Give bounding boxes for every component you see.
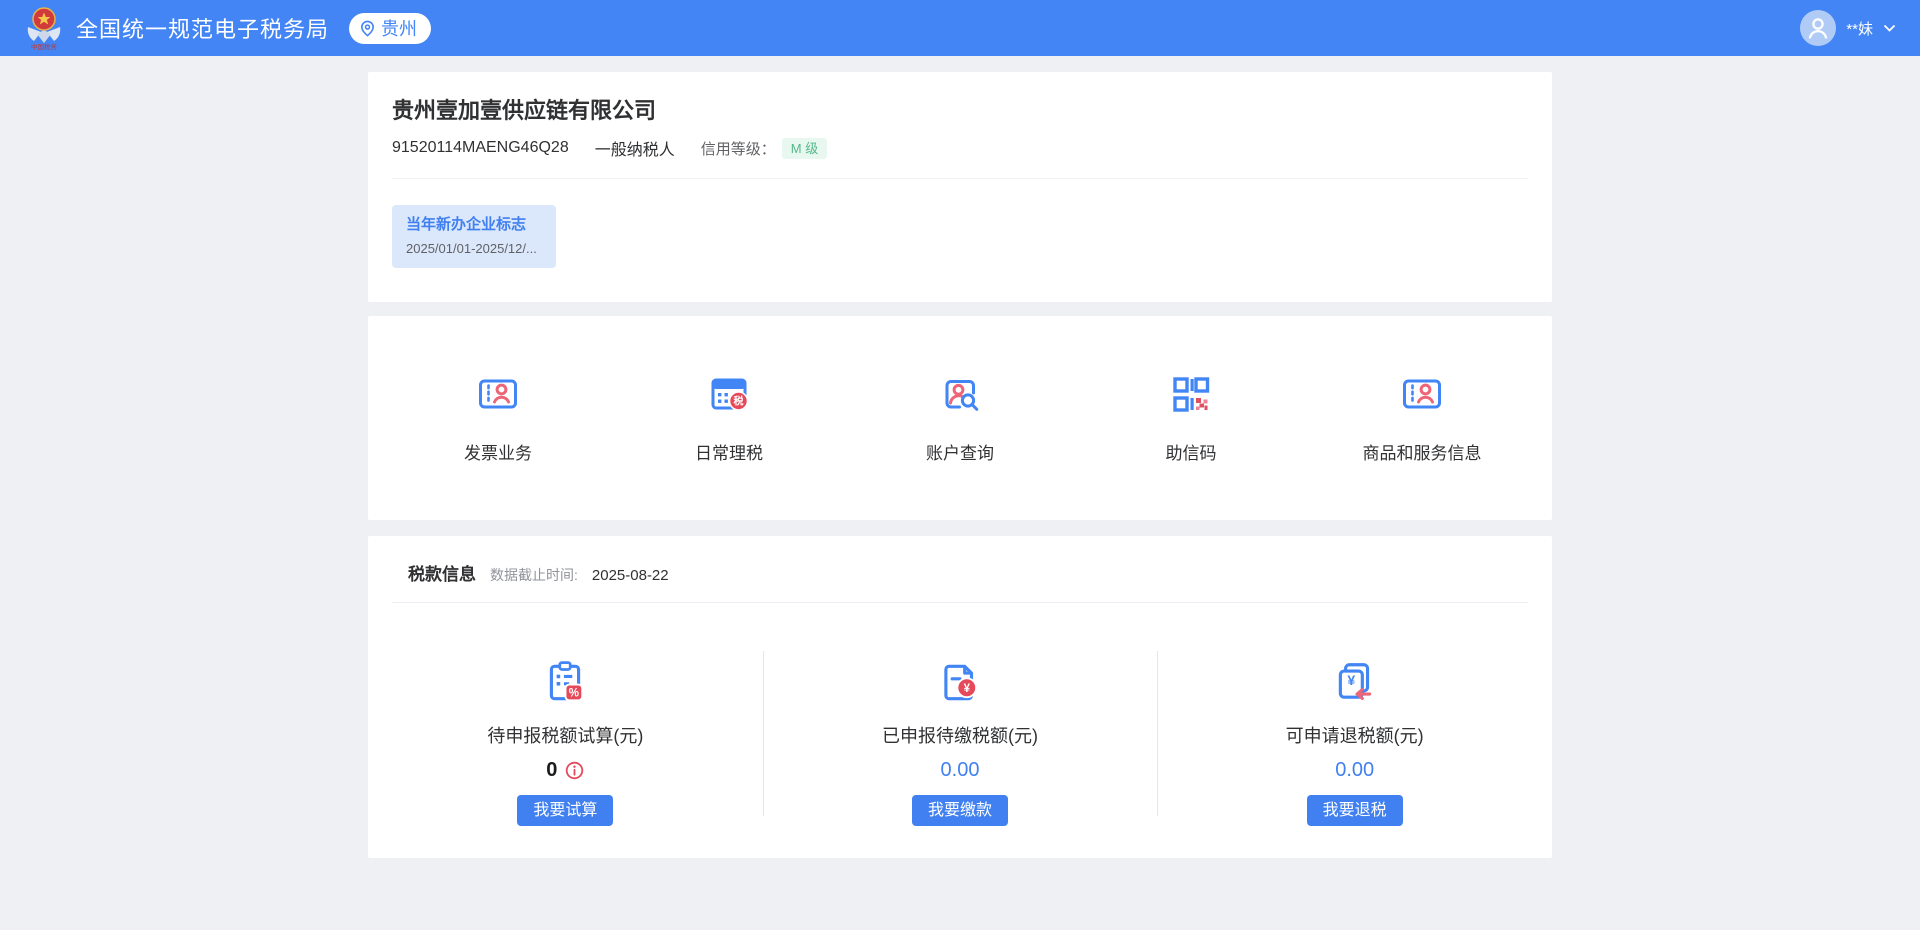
location-label: 贵州 (381, 15, 417, 41)
menu-item-invoice[interactable]: 发票业务 (428, 372, 568, 464)
svg-text:¥: ¥ (964, 683, 971, 695)
stat-label: 已申报待缴税额(元) (882, 722, 1038, 748)
account-search-icon (938, 372, 982, 416)
menu-label: 账户查询 (926, 439, 994, 464)
menu-item-daily-tax[interactable]: 税 日常理税 (659, 372, 799, 464)
user-menu[interactable]: **妹 (1800, 10, 1896, 46)
clipboard-percent-icon: % (542, 659, 588, 705)
main-content: 贵州壹加壹供应链有限公司 91520114MAENG46Q28 一般纳税人 信用… (368, 72, 1552, 858)
tag-period: 2025/01/01-2025/12/... (406, 241, 542, 256)
stat-value: 0.00 (941, 759, 980, 782)
tax-info-title: 税款信息 (408, 560, 476, 585)
stat-value: 0.00 (1335, 759, 1374, 782)
menu-label: 发票业务 (464, 439, 532, 464)
receipt-yen-icon: ¥ (937, 659, 983, 705)
menu-label: 助信码 (1166, 439, 1217, 464)
china-tax-emblem-logo: 中国税务 (24, 6, 64, 50)
tax-calendar-icon: 税 (707, 372, 751, 416)
invoice-ticket-icon (476, 372, 520, 416)
stat-label: 待申报税额试算(元) (487, 722, 643, 748)
menu-label: 商品和服务信息 (1363, 439, 1482, 464)
stat-declared-unpaid: ¥ 已申报待缴税额(元) 0.00 我要缴款 (763, 603, 1158, 836)
quick-menu-card: 发票业务 税 日常理税 (368, 316, 1552, 520)
credit-rating-badge: M 级 (782, 138, 827, 159)
taxpayer-type: 一般纳税人 (595, 136, 675, 160)
data-cutoff-label: 数据截止时间: (490, 565, 578, 585)
chevron-down-icon (1883, 24, 1896, 33)
app-title: 全国统一规范电子税务局 (76, 12, 329, 44)
taxpayer-id: 91520114MAENG46Q28 (392, 139, 569, 157)
svg-text:%: % (569, 688, 579, 700)
tax-info-card: 税款信息 数据截止时间: 2025-08-22 % 待申报税额试算(元) (368, 536, 1552, 858)
username: **妹 (1846, 18, 1873, 39)
svg-text:¥: ¥ (1347, 672, 1355, 688)
data-cutoff-date: 2025-08-22 (592, 567, 669, 584)
menu-item-account-query[interactable]: 账户查询 (890, 372, 1030, 464)
qr-code-icon (1169, 372, 1213, 416)
menu-label: 日常理税 (695, 439, 763, 464)
location-pin-icon (359, 20, 376, 37)
refund-yen-icon: ¥ (1332, 659, 1378, 705)
company-card: 贵州壹加壹供应链有限公司 91520114MAENG46Q28 一般纳税人 信用… (368, 72, 1552, 302)
stat-refundable: ¥ 可申请退税额(元) 0.00 我要退税 (1157, 603, 1552, 836)
stat-pending-declaration: % 待申报税额试算(元) 0 我要试算 (368, 603, 763, 836)
tag-title: 当年新办企业标志 (406, 216, 542, 234)
app-header: 中国税务 全国统一规范电子税务局 贵州 **妹 (0, 0, 1920, 56)
new-enterprise-tag[interactable]: 当年新办企业标志 2025/01/01-2025/12/... (392, 205, 556, 268)
user-icon (1800, 10, 1836, 46)
pay-tax-button[interactable]: 我要缴款 (912, 795, 1008, 826)
goods-services-ticket-icon (1400, 372, 1444, 416)
refund-tax-button[interactable]: 我要退税 (1307, 795, 1403, 826)
trial-calculation-button[interactable]: 我要试算 (517, 795, 613, 826)
info-icon[interactable] (565, 761, 584, 780)
menu-item-goods-services[interactable]: 商品和服务信息 (1352, 372, 1492, 464)
svg-text:税: 税 (734, 395, 744, 408)
divider (392, 178, 1528, 179)
user-avatar (1800, 10, 1836, 46)
menu-item-assist-code[interactable]: 助信码 (1121, 372, 1261, 464)
stat-value: 0 (546, 759, 557, 782)
logo-caption: 中国税务 (31, 42, 58, 50)
location-badge[interactable]: 贵州 (349, 13, 431, 44)
stat-label: 可申请退税额(元) (1286, 722, 1424, 748)
credit-rating-label: 信用等级： (701, 138, 776, 159)
company-name: 贵州壹加壹供应链有限公司 (392, 96, 1528, 126)
